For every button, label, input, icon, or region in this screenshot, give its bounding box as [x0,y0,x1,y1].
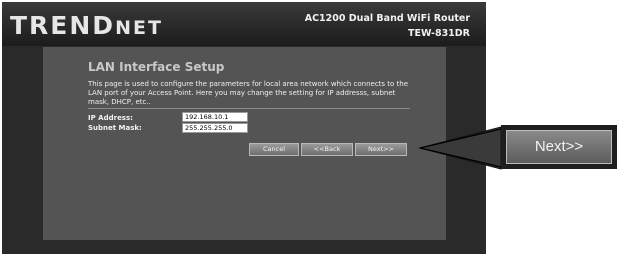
zoomed-next-button[interactable]: Next>> [506,130,612,164]
divider [88,108,410,109]
header-bar: TRENDNET AC1200 Dual Band WiFi Router TE… [2,2,486,46]
cancel-button[interactable]: Cancel [249,143,299,156]
page-description: This page is used to configure the param… [88,80,409,106]
router-web-ui: TRENDNET AC1200 Dual Band WiFi Router TE… [2,2,486,254]
subnet-mask-input[interactable] [182,123,248,133]
model-number: TEW-831DR [408,28,470,39]
product-name: AC1200 Dual Band WiFi Router [304,13,470,24]
content-panel: LAN Interface Setup This page is used to… [43,47,446,240]
ip-address-input[interactable] [182,112,248,122]
subnet-mask-label: Subnet Mask: [88,124,142,132]
next-button[interactable]: Next>> [355,143,407,156]
back-button[interactable]: <<Back [301,143,353,156]
zoomed-next-callout: Next>> [501,125,617,169]
page-title: LAN Interface Setup [88,60,225,74]
trendnet-logo: TRENDNET [10,11,163,40]
ip-address-label: IP Address: [88,114,133,122]
